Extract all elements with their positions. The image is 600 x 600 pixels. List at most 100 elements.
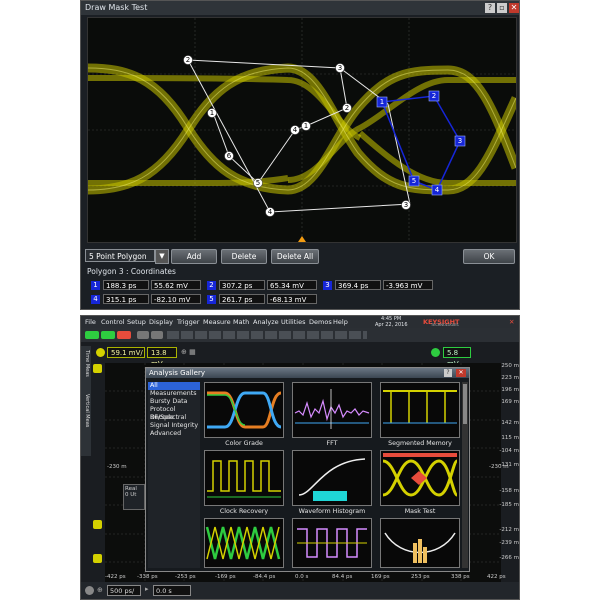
polygon-type-select[interactable]: 5 Point Polygon bbox=[85, 249, 155, 262]
acquisition-panel: Real 0 Ut bbox=[123, 484, 145, 510]
mask-test-thumbnail[interactable] bbox=[380, 450, 460, 506]
point-time-field[interactable]: 188.3 ps bbox=[103, 280, 149, 290]
add-button[interactable]: Add bbox=[171, 249, 217, 264]
channel-offset[interactable]: 13.8 mV bbox=[147, 347, 177, 368]
thumbnail-label: Color Grade bbox=[225, 440, 263, 447]
waveform-histogram-thumbnail[interactable] bbox=[292, 450, 372, 506]
cursor-right-readout: -230 m bbox=[489, 464, 509, 470]
selected-vertex-label: 3 bbox=[458, 137, 462, 145]
thumbnail-label: Waveform Histogram bbox=[298, 508, 366, 515]
delete-button[interactable]: Delete bbox=[221, 249, 267, 264]
channel-1-indicator[interactable] bbox=[96, 348, 105, 357]
channel-scale[interactable]: 59.1 mV/ bbox=[107, 347, 145, 358]
single-button[interactable] bbox=[101, 331, 115, 339]
y-tick-label: -185 m bbox=[499, 502, 519, 508]
menu-utilities[interactable]: Utilities bbox=[281, 316, 305, 328]
mask-vertex-label: 5 bbox=[256, 179, 260, 187]
draw-mask-test-dialog: Draw Mask Test ? ▫ ✕ 2 3 1 2 4 1 6 5 4 3… bbox=[80, 0, 521, 310]
y-tick-label: -266 m bbox=[499, 555, 519, 561]
close-icon[interactable]: ✕ bbox=[456, 369, 466, 377]
y-tick-label: -158 m bbox=[499, 488, 519, 494]
menu-help[interactable]: Help bbox=[333, 316, 348, 328]
menu-analyze[interactable]: Analyze bbox=[253, 316, 279, 328]
help-icon[interactable]: ? bbox=[485, 3, 495, 13]
horizontal-icon[interactable] bbox=[85, 586, 94, 595]
channel-marker[interactable] bbox=[93, 364, 102, 373]
category-item[interactable]: All bbox=[148, 382, 200, 390]
x-tick-label: 84.4 ps bbox=[332, 574, 353, 580]
restore-icon[interactable]: ▫ bbox=[497, 3, 507, 13]
point-voltage-field[interactable]: -3.963 mV bbox=[383, 280, 433, 290]
menu-trigger[interactable]: Trigger bbox=[177, 316, 199, 328]
selected-vertex-label: 2 bbox=[432, 92, 436, 100]
zoom-icon[interactable]: ⊕ bbox=[97, 586, 103, 594]
point-time-field[interactable]: 261.7 ps bbox=[219, 294, 265, 304]
ok-button[interactable]: OK bbox=[463, 249, 515, 264]
category-item[interactable]: Signal Integrity bbox=[148, 422, 200, 430]
menu-measure[interactable]: Measure bbox=[203, 316, 231, 328]
gallery-titlebar: Analysis Gallery ? ✕ bbox=[146, 368, 469, 378]
channel-marker[interactable] bbox=[93, 520, 102, 529]
vertical-meas-tab[interactable]: Vertical Meas bbox=[82, 394, 90, 444]
delete-all-button[interactable]: Delete All bbox=[271, 249, 319, 264]
default-setup-icon[interactable] bbox=[151, 331, 163, 339]
menu-setup[interactable]: Setup bbox=[127, 316, 146, 328]
auto-scale-icon[interactable] bbox=[137, 331, 149, 339]
coordinates-title: Polygon 3 : Coordinates bbox=[87, 267, 176, 276]
category-item[interactable]: Protocol Decode bbox=[148, 406, 200, 421]
menu-control[interactable]: Control bbox=[101, 316, 125, 328]
menu-demos[interactable]: Demos bbox=[309, 316, 332, 328]
mask-vertex-label: 3 bbox=[338, 64, 342, 72]
mask-vertex-label: 3 bbox=[404, 201, 408, 209]
point-time-field[interactable]: 369.4 ps bbox=[335, 280, 381, 290]
scrollbar-thumb[interactable] bbox=[463, 384, 467, 424]
menu-display[interactable]: Display bbox=[149, 316, 173, 328]
gallery-scrollbar[interactable] bbox=[462, 382, 468, 568]
category-item[interactable]: Bursty Data bbox=[148, 398, 200, 406]
thumbnail-label: Segmented Memory bbox=[388, 440, 452, 447]
stop-button[interactable] bbox=[117, 331, 131, 339]
ch-icons[interactable]: ⊕ ▦ bbox=[181, 348, 196, 356]
gallery-category-list: All Measurements Bursty Data Protocol De… bbox=[148, 382, 200, 568]
jitter-thumbnail[interactable] bbox=[292, 518, 372, 568]
trigger-indicator bbox=[431, 348, 440, 357]
point-voltage-field[interactable]: -82.10 mV bbox=[151, 294, 201, 304]
category-item[interactable]: Advanced bbox=[148, 430, 200, 438]
x-tick-label: -169 ps bbox=[215, 574, 236, 580]
menu-math[interactable]: Math bbox=[233, 316, 249, 328]
timebase-field[interactable]: 500 ps/ bbox=[107, 585, 141, 596]
eye-diagram-thumbnail[interactable] bbox=[204, 518, 284, 568]
category-item[interactable]: RF/Spectral bbox=[148, 414, 200, 422]
close-icon[interactable]: ✕ bbox=[509, 3, 519, 13]
x-tick-label: -338 ps bbox=[137, 574, 158, 580]
dialog-title: Draw Mask Test bbox=[85, 3, 148, 12]
point-time-field[interactable]: 307.2 ps bbox=[219, 280, 265, 290]
close-icon[interactable]: ✕ bbox=[509, 316, 514, 328]
point-number: 4 bbox=[91, 295, 100, 304]
gallery-title: Analysis Gallery bbox=[149, 369, 205, 377]
toolbar-icon-strip[interactable] bbox=[167, 331, 367, 339]
delay-field[interactable]: 0.0 s bbox=[153, 585, 191, 596]
run-button[interactable] bbox=[85, 331, 99, 339]
point-time-field[interactable]: 315.1 ps bbox=[103, 294, 149, 304]
mask-eye-diagram[interactable]: 2 3 1 2 4 1 6 5 4 3 1 2 3 4 5 bbox=[87, 17, 521, 243]
category-item[interactable]: Measurements bbox=[148, 390, 200, 398]
trigger-level[interactable]: 5.8 mV bbox=[443, 347, 471, 368]
point-voltage-field[interactable]: 55.62 mV bbox=[151, 280, 201, 290]
x-tick-label: -253 ps bbox=[175, 574, 196, 580]
oscilloscope-window: File Control Setup Display Trigger Measu… bbox=[80, 315, 520, 600]
point-voltage-field[interactable]: 65.34 mV bbox=[267, 280, 317, 290]
chevron-down-icon[interactable]: ▼ bbox=[155, 249, 169, 264]
menu-file[interactable]: File bbox=[85, 316, 96, 328]
thumbnail-label: Clock Recovery bbox=[219, 508, 269, 515]
segmented-memory-thumbnail[interactable] bbox=[380, 382, 460, 438]
fft-thumbnail[interactable] bbox=[292, 382, 372, 438]
point-voltage-field[interactable]: -68.13 mV bbox=[267, 294, 317, 304]
histogram-thumbnail[interactable] bbox=[380, 518, 460, 568]
clock-recovery-thumbnail[interactable] bbox=[204, 450, 284, 506]
arrow-right-icon[interactable]: ▸ bbox=[145, 585, 149, 593]
channel-marker[interactable] bbox=[93, 554, 102, 563]
help-icon[interactable]: ? bbox=[444, 369, 452, 377]
color-grade-thumbnail[interactable] bbox=[204, 382, 284, 438]
selected-vertex-label: 4 bbox=[435, 186, 440, 194]
